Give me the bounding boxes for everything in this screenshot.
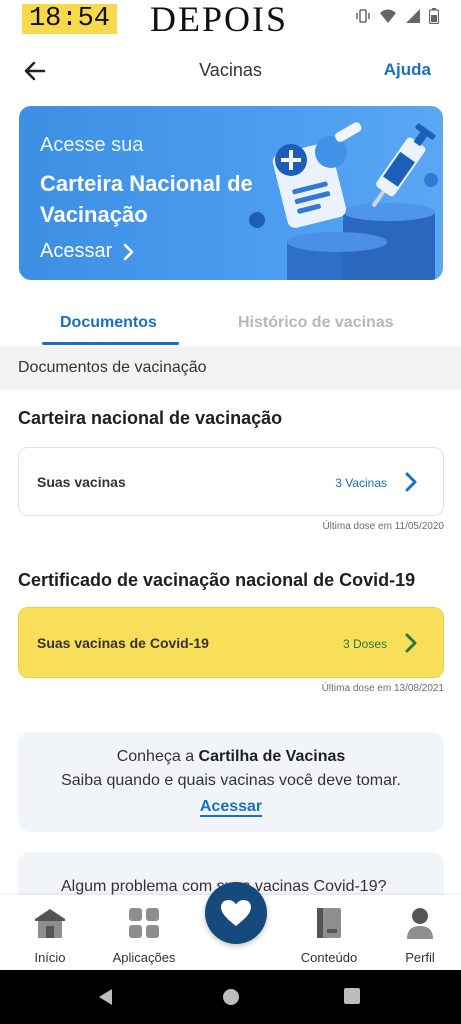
info-heading: Conheça a Cartilha de Vacinas: [18, 748, 444, 766]
nav-label: Início: [34, 950, 66, 965]
last-dose-date: Última dose em 11/05/2020: [322, 521, 444, 532]
status-time: 18:54: [22, 4, 117, 34]
book-icon: [317, 908, 341, 938]
dose-count: 3 Doses: [342, 637, 387, 651]
banner-access-button[interactable]: Acessar: [40, 240, 136, 263]
banner-access-label: Acessar: [40, 240, 113, 262]
system-navigation-bar: [0, 970, 461, 1024]
banner-subtitle: Acesse sua: [40, 134, 144, 156]
info-description: Saiba quando e quais vacinas você deve t…: [61, 772, 401, 789]
info-highlight: Cartilha de Vacinas: [198, 748, 346, 765]
vaccination-card-banner[interactable]: Acesse sua Carteira Nacional de Vacinaçã…: [19, 106, 443, 280]
section-header: Documentos de vacinação: [0, 346, 461, 390]
booklet-access-link[interactable]: Acessar: [18, 798, 444, 817]
vaccine-booklet-box: Conheça a Cartilha de Vacinas Saiba quan…: [18, 732, 444, 832]
nav-inicio[interactable]: Início: [5, 907, 95, 965]
nav-perfil[interactable]: Perfil: [375, 907, 461, 965]
section-label: Documentos de vacinação: [18, 359, 207, 376]
status-icons: [355, 8, 440, 29]
nav-aplicacoes[interactable]: Aplicações: [99, 907, 189, 965]
overlay-label: DEPOIS: [150, 0, 289, 39]
nav-label: Conteúdo: [300, 950, 358, 965]
apps-grid-icon: [129, 908, 159, 938]
tab-historico[interactable]: Histórico de vacinas: [238, 314, 394, 332]
card-label: Suas vacinas de Covid-19: [37, 635, 209, 651]
app-header: Vacinas Ajuda: [0, 44, 461, 96]
card-label: Suas vacinas: [37, 474, 126, 490]
system-recents-icon[interactable]: [343, 987, 361, 1005]
chevron-right-icon: [405, 633, 417, 653]
profile-icon: [407, 908, 433, 939]
vaccine-illustration: [249, 122, 438, 280]
battery-icon: [428, 8, 440, 29]
group-title-covid: Certificado de vacinação nacional de Cov…: [18, 570, 416, 590]
health-fab-button[interactable]: [205, 882, 267, 944]
heart-icon: [221, 900, 251, 926]
active-tab-indicator: [42, 342, 179, 345]
vaccine-count: 3 Vacinas: [335, 476, 387, 490]
card-suas-vacinas[interactable]: Suas vacinas 3 Vacinas: [18, 447, 444, 516]
booklet-access-label: Acessar: [199, 798, 263, 817]
status-bar: 18:54 DEPOIS: [0, 0, 461, 38]
nav-label: Perfil: [405, 950, 435, 965]
signal-icon: [405, 8, 421, 29]
help-link[interactable]: Ajuda: [384, 60, 431, 80]
chevron-right-icon: [123, 243, 134, 260]
chevron-right-icon: [405, 472, 417, 492]
vibrate-icon: [355, 8, 371, 29]
tab-bar: Documentos Histórico de vacinas: [0, 304, 461, 346]
wifi-icon: [379, 8, 397, 29]
system-back-icon[interactable]: [96, 987, 116, 1007]
tab-documentos[interactable]: Documentos: [60, 314, 157, 332]
nav-conteudo[interactable]: Conteúdo: [284, 907, 374, 965]
nav-label: Aplicações: [112, 950, 176, 965]
info-prefix: Conheça a: [116, 748, 199, 765]
card-covid-vaccines[interactable]: Suas vacinas de Covid-19 3 Doses: [18, 607, 444, 678]
last-dose-date: Última dose em 13/08/2021: [321, 683, 444, 694]
group-title-carteira: Carteira nacional de vacinação: [18, 408, 283, 428]
system-home-icon[interactable]: [221, 987, 241, 1007]
home-icon: [35, 909, 65, 938]
banner-title: Carteira Nacional de Vacinação: [40, 171, 253, 227]
